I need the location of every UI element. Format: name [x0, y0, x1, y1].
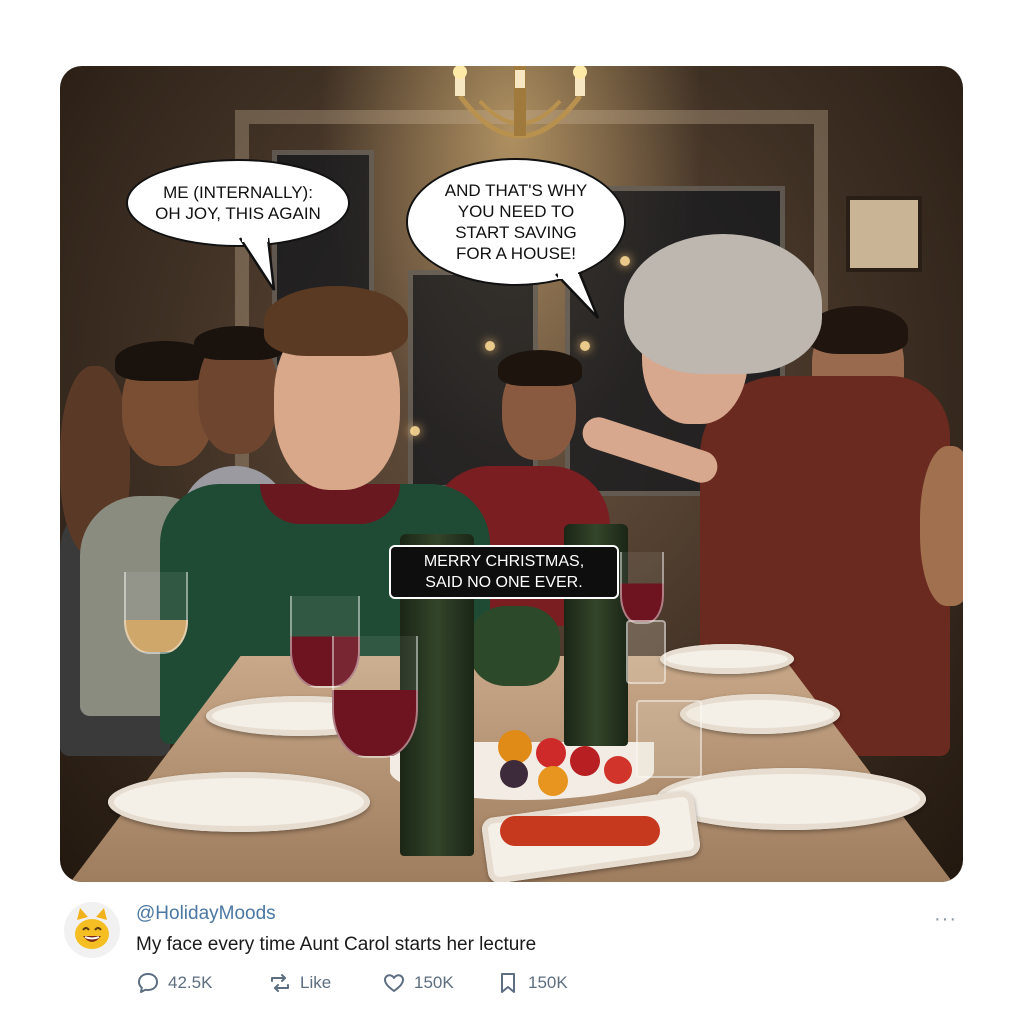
speech-bubble-text: AND THAT'S WHY YOU NEED TO START SAVING … — [444, 181, 588, 263]
water-glass — [636, 700, 702, 778]
light-bokeh — [485, 341, 495, 351]
avatar[interactable] — [64, 902, 120, 958]
dinner-plate — [108, 772, 370, 832]
reply-count: 42.5K — [168, 973, 213, 992]
wall-picture — [846, 196, 922, 272]
speech-bubble-aunt-lecture: AND THAT'S WHY YOU NEED TO START SAVING … — [406, 158, 626, 286]
heart-icon — [384, 974, 404, 992]
repost-label: Like — [300, 973, 332, 992]
holly-centerpiece — [470, 606, 560, 686]
light-bokeh — [580, 341, 590, 351]
post-author-handle[interactable]: @HolidayMoods — [136, 903, 276, 925]
fruit — [570, 746, 600, 776]
bookmark-count: 150K — [528, 973, 568, 992]
fruit — [500, 760, 528, 788]
chandelier — [453, 66, 587, 139]
wine-glass — [332, 636, 418, 758]
speech-bubble-text: ME (INTERNALLY): OH JOY, THIS AGAIN — [155, 183, 321, 223]
light-bokeh — [410, 426, 420, 436]
fruit — [498, 730, 532, 764]
post-text: My face every time Aunt Carol starts her… — [136, 934, 537, 955]
wine-glass — [124, 572, 188, 654]
laughing-cat-icon — [75, 908, 109, 949]
like-button[interactable]: 150K — [382, 971, 454, 995]
reply-button[interactable]: 42.5K — [136, 971, 212, 995]
salad-food — [500, 816, 660, 846]
repost-button[interactable]: Like — [268, 971, 331, 995]
wine-glass — [620, 552, 664, 624]
speech-bubble-internal-thought: ME (INTERNALLY): OH JOY, THIS AGAIN — [126, 159, 350, 247]
fruit — [538, 766, 568, 796]
bookmark-icon — [501, 973, 515, 993]
like-count: 150K — [414, 973, 454, 992]
dinner-plate — [660, 644, 794, 674]
light-bokeh — [620, 256, 630, 266]
fruit — [604, 756, 632, 784]
more-dots-icon[interactable]: ··· — [934, 908, 957, 931]
water-glass — [626, 620, 666, 684]
post-image[interactable]: ME (INTERNALLY): OH JOY, THIS AGAIN AND … — [60, 66, 963, 882]
speech-bubble-tail — [238, 236, 276, 291]
dinner-plate — [680, 694, 840, 734]
reply-icon — [138, 973, 158, 993]
repost-icon — [271, 974, 289, 992]
caption-box: MERRY CHRISTMAS, SAID NO ONE EVER. — [389, 545, 619, 599]
bookmark-button[interactable]: 150K — [496, 971, 568, 995]
fruit — [536, 738, 566, 768]
speech-bubble-tail — [555, 272, 600, 319]
